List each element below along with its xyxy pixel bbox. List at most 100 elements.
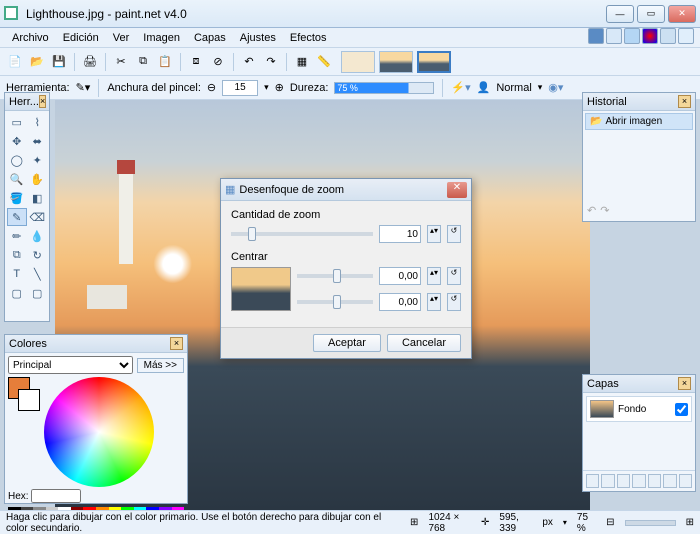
eraser-tool[interactable]: ⌫ bbox=[28, 208, 48, 226]
close-button[interactable]: ✕ bbox=[668, 5, 696, 23]
center-y-reset-icon[interactable]: ↺ bbox=[447, 293, 461, 311]
new-icon[interactable]: 📄 bbox=[6, 53, 24, 71]
center-y-input[interactable] bbox=[379, 293, 421, 311]
rect-select-tool[interactable]: ▭ bbox=[7, 113, 27, 131]
history-panel-close-icon[interactable]: × bbox=[678, 95, 691, 108]
center-x-input[interactable] bbox=[379, 267, 421, 285]
undo-icon[interactable]: ↶ bbox=[240, 53, 258, 71]
color-mode-select[interactable]: Principal bbox=[8, 356, 133, 374]
center-x-reset-icon[interactable]: ↺ bbox=[447, 267, 461, 285]
menu-view[interactable]: Ver bbox=[107, 31, 136, 45]
layer-props-icon[interactable] bbox=[679, 474, 692, 488]
ok-button[interactable]: Aceptar bbox=[313, 334, 381, 352]
dialog-close-icon[interactable]: ✕ bbox=[447, 182, 467, 198]
line-tool[interactable]: ╲ bbox=[28, 265, 48, 283]
hardness-slider[interactable]: 75 % bbox=[334, 82, 434, 94]
hex-input[interactable] bbox=[31, 489, 81, 503]
brush-width-input[interactable] bbox=[222, 80, 258, 96]
cancel-button[interactable]: Cancelar bbox=[387, 334, 461, 352]
cut-icon[interactable]: ✂ bbox=[112, 53, 130, 71]
layer-up-icon[interactable] bbox=[648, 474, 661, 488]
text-tool[interactable]: T bbox=[7, 265, 27, 283]
ellipse-select-tool[interactable]: ◯ bbox=[7, 151, 27, 169]
minimize-button[interactable]: — bbox=[606, 5, 634, 23]
settings-icon[interactable] bbox=[660, 28, 676, 44]
zoom-amount-stepper[interactable]: ▴▾ bbox=[427, 225, 441, 243]
zoom-amount-reset-icon[interactable]: ↺ bbox=[447, 225, 461, 243]
layer-item[interactable]: Fondo bbox=[586, 396, 692, 422]
layers-toggle-icon[interactable] bbox=[624, 28, 640, 44]
center-y-slider[interactable] bbox=[297, 300, 373, 304]
antialias-icon[interactable]: ⚡▾ bbox=[451, 81, 470, 94]
history-item[interactable]: 📂Abrir imagen bbox=[585, 113, 693, 130]
center-x-stepper[interactable]: ▴▾ bbox=[427, 267, 441, 285]
menu-effects[interactable]: Efectos bbox=[284, 31, 333, 45]
center-y-stepper[interactable]: ▴▾ bbox=[427, 293, 441, 311]
move-tool[interactable]: ✥ bbox=[7, 132, 27, 150]
picker-tool[interactable]: 💧 bbox=[28, 227, 48, 245]
redo-icon[interactable]: ↷ bbox=[262, 53, 280, 71]
alpha-icon[interactable]: 👤 bbox=[477, 81, 491, 94]
document-thumb-3[interactable] bbox=[417, 51, 451, 73]
maximize-button[interactable]: ▭ bbox=[637, 5, 665, 23]
colors-toggle-icon[interactable] bbox=[642, 28, 658, 44]
layer-visible-checkbox[interactable] bbox=[675, 403, 688, 416]
duplicate-layer-icon[interactable] bbox=[617, 474, 630, 488]
history-toggle-icon[interactable] bbox=[606, 28, 622, 44]
menu-edit[interactable]: Edición bbox=[57, 31, 105, 45]
copy-icon[interactable]: ⧉ bbox=[134, 53, 152, 71]
zoom-in-icon[interactable]: ⊞ bbox=[686, 517, 694, 528]
zoom-tool[interactable]: 🔍 bbox=[7, 170, 27, 188]
deselect-icon[interactable]: ⊘ bbox=[209, 53, 227, 71]
paintbrush-tool[interactable]: ✎ bbox=[7, 208, 27, 226]
move-sel-tool[interactable]: ⬌ bbox=[28, 132, 48, 150]
shape-tool[interactable]: ▢ bbox=[28, 284, 48, 302]
delete-layer-icon[interactable] bbox=[601, 474, 614, 488]
layers-panel-close-icon[interactable]: × bbox=[678, 377, 691, 390]
pencil-tool[interactable]: ✏ bbox=[7, 227, 27, 245]
document-thumb-1[interactable] bbox=[341, 51, 375, 73]
help-icon[interactable] bbox=[678, 28, 694, 44]
zoom-slider[interactable] bbox=[625, 520, 676, 526]
lasso-tool[interactable]: ⌇ bbox=[28, 113, 48, 131]
status-unit[interactable]: px bbox=[542, 517, 553, 528]
zoom-amount-slider[interactable] bbox=[231, 232, 373, 236]
tools-panel-close-icon[interactable]: × bbox=[39, 95, 46, 108]
add-layer-icon[interactable] bbox=[586, 474, 599, 488]
center-preview[interactable] bbox=[231, 267, 291, 311]
width-minus-icon[interactable]: ⊖ bbox=[207, 81, 216, 94]
clone-tool[interactable]: ⧉ bbox=[7, 246, 27, 264]
paste-icon[interactable]: 📋 bbox=[156, 53, 174, 71]
wand-tool[interactable]: ✦ bbox=[28, 151, 48, 169]
ruler-icon[interactable]: 📏 bbox=[315, 53, 333, 71]
save-icon[interactable]: 💾 bbox=[50, 53, 68, 71]
merge-layer-icon[interactable] bbox=[632, 474, 645, 488]
zoom-amount-input[interactable] bbox=[379, 225, 421, 243]
print-icon[interactable]: 🖨 bbox=[81, 53, 99, 71]
menu-file[interactable]: Archivo bbox=[6, 31, 55, 45]
open-icon[interactable]: 📂 bbox=[28, 53, 46, 71]
layer-down-icon[interactable] bbox=[663, 474, 676, 488]
tools-toggle-icon[interactable] bbox=[588, 28, 604, 44]
grid-icon[interactable]: ▦ bbox=[293, 53, 311, 71]
pan-tool[interactable]: ✋ bbox=[28, 170, 48, 188]
more-button[interactable]: Más >> bbox=[137, 358, 184, 373]
menu-adjust[interactable]: Ajustes bbox=[234, 31, 282, 45]
document-thumb-2[interactable] bbox=[379, 51, 413, 73]
brush-icon[interactable]: ✎▾ bbox=[76, 81, 91, 94]
zoom-out-icon[interactable]: ⊟ bbox=[606, 517, 614, 528]
rect-tool[interactable]: ▢ bbox=[7, 284, 27, 302]
gradient-tool[interactable]: ◧ bbox=[28, 189, 48, 207]
history-redo-icon[interactable]: ↷ bbox=[600, 204, 609, 217]
colors-panel-close-icon[interactable]: × bbox=[170, 337, 183, 350]
history-undo-icon[interactable]: ↶ bbox=[587, 204, 596, 217]
blend-mode-select[interactable]: Normal bbox=[496, 82, 531, 94]
recolor-tool[interactable]: ↻ bbox=[28, 246, 48, 264]
secondary-color-swatch[interactable] bbox=[18, 389, 40, 411]
color-wheel[interactable] bbox=[44, 377, 154, 487]
bucket-tool[interactable]: 🪣 bbox=[7, 189, 27, 207]
center-x-slider[interactable] bbox=[297, 274, 373, 278]
crop-icon[interactable]: ⧈ bbox=[187, 53, 205, 71]
fill-icon[interactable]: ◉▾ bbox=[548, 81, 563, 94]
width-plus-icon[interactable]: ⊕ bbox=[275, 81, 284, 94]
